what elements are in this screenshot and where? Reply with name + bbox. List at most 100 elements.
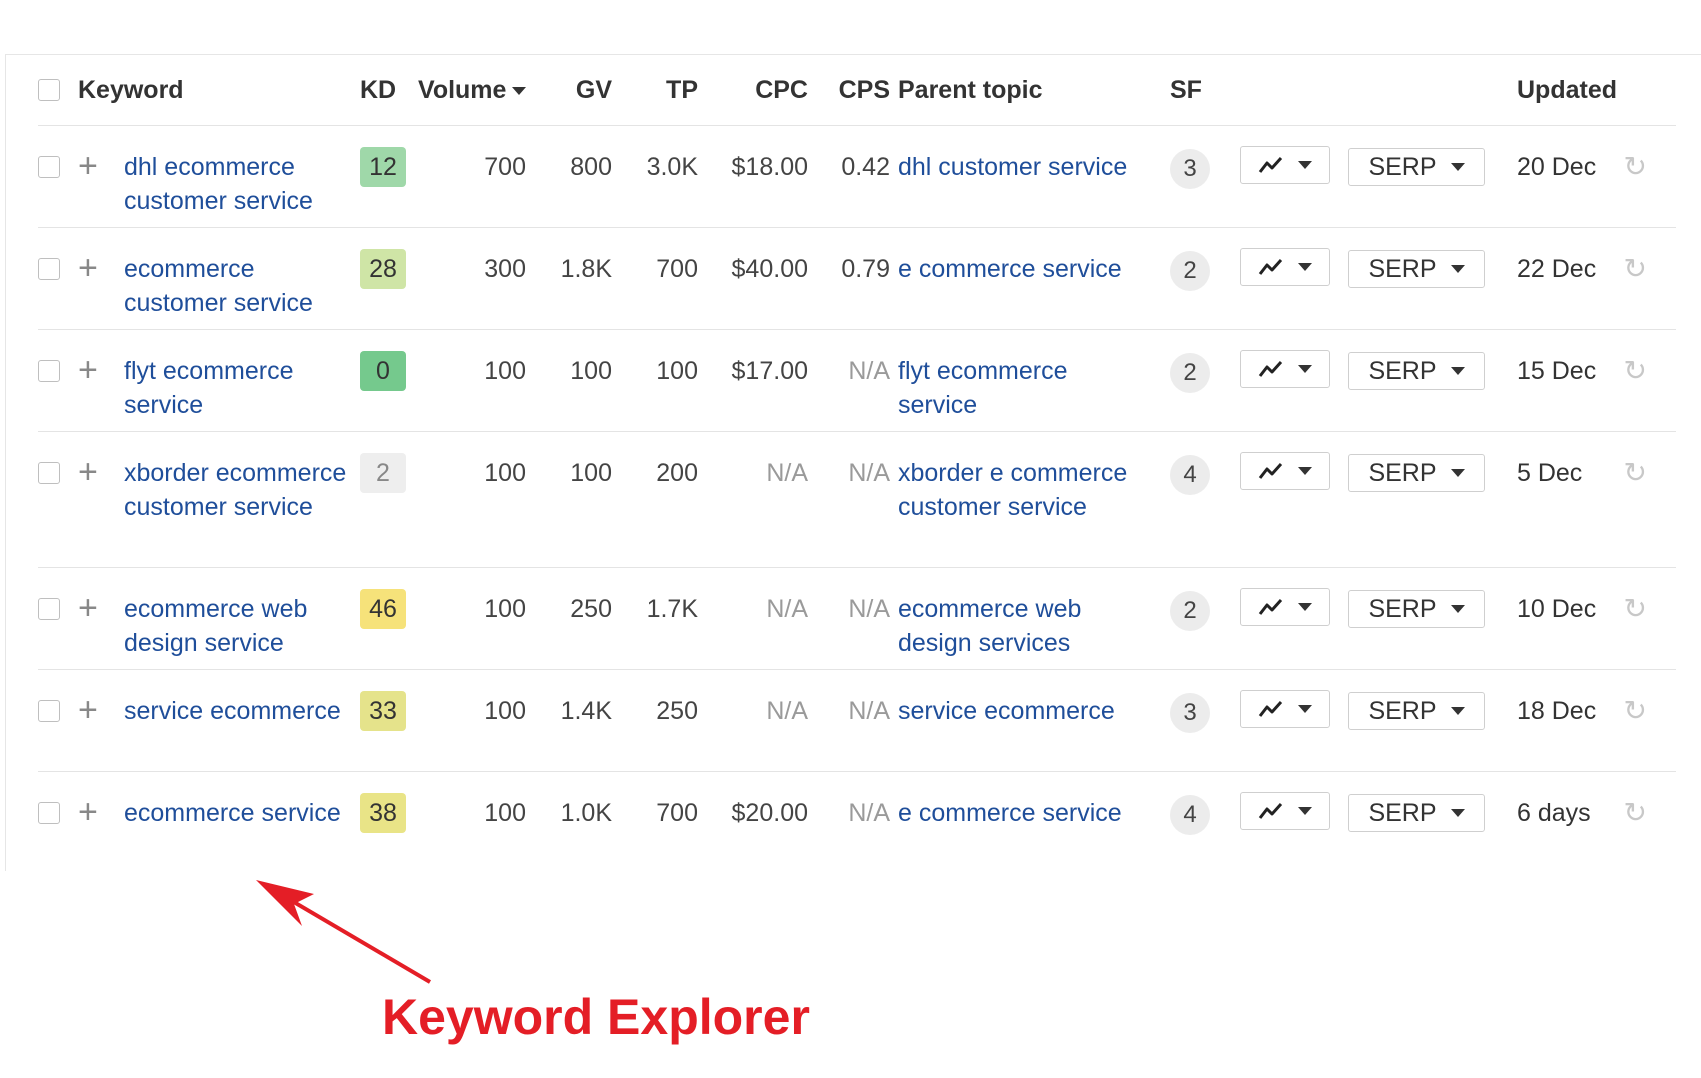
header-serp-blank <box>1348 55 1517 126</box>
cpc-cell: $17.00 <box>706 329 816 432</box>
sf-count-badge[interactable]: 2 <box>1170 251 1210 291</box>
row-checkbox[interactable] <box>38 462 60 484</box>
row-checkbox[interactable] <box>38 598 60 620</box>
sf-count-badge[interactable]: 2 <box>1170 591 1210 631</box>
sf-count-badge[interactable]: 4 <box>1170 795 1210 835</box>
parent-topic-link[interactable]: dhl customer service <box>898 150 1138 184</box>
row-checkbox[interactable] <box>38 258 60 280</box>
trend-line-icon <box>1258 700 1283 717</box>
gv-cell: 1.4K <box>534 669 620 772</box>
plus-icon[interactable]: + <box>78 795 98 829</box>
plus-icon[interactable]: + <box>78 455 98 489</box>
trend-dropdown[interactable] <box>1240 146 1330 184</box>
sf-count-badge[interactable]: 3 <box>1170 693 1210 733</box>
refresh-icon[interactable]: ↻ <box>1624 796 1647 830</box>
updated-wrap: 10 Dec ↻ <box>1517 592 1647 626</box>
row-checkbox[interactable] <box>38 700 60 722</box>
keyword-link[interactable]: dhl ecommerce customer service <box>124 150 349 218</box>
parent-topic-link[interactable]: xborder e commerce customer service <box>898 456 1138 524</box>
trend-dropdown[interactable] <box>1240 452 1330 490</box>
parent-topic-link[interactable]: flyt ecommerce service <box>898 354 1138 422</box>
plus-icon[interactable]: + <box>78 251 98 285</box>
cpc-cell: $20.00 <box>706 771 816 874</box>
plus-icon[interactable]: + <box>78 693 98 727</box>
refresh-icon[interactable]: ↻ <box>1624 694 1647 728</box>
parent-topic-link[interactable]: service ecommerce <box>898 694 1138 728</box>
refresh-icon[interactable]: ↻ <box>1624 456 1647 490</box>
caret-down-icon <box>1450 809 1465 817</box>
plus-icon[interactable]: + <box>78 149 98 183</box>
serp-dropdown[interactable]: SERP <box>1348 794 1485 832</box>
row-select-cell <box>38 125 78 228</box>
serp-dropdown[interactable]: SERP <box>1348 454 1485 492</box>
table-row: + service ecommerce 33 100 1.4K 250 N/A N/A serv… <box>38 669 1676 772</box>
updated-date: 22 Dec <box>1517 255 1597 283</box>
kd-badge: 2 <box>360 453 406 493</box>
parent-topic-link[interactable]: e commerce service <box>898 252 1138 286</box>
serp-label: SERP <box>1368 357 1437 385</box>
keyword-link[interactable]: xborder ecommerce customer service <box>124 456 349 524</box>
sort-desc-icon <box>512 86 527 95</box>
trend-dropdown[interactable] <box>1240 792 1330 830</box>
keyword-link[interactable]: ecommerce web design service <box>124 592 349 660</box>
header-cps[interactable]: CPS <box>816 55 898 126</box>
header-updated[interactable]: Updated <box>1517 55 1676 126</box>
sf-count-badge[interactable]: 2 <box>1170 353 1210 393</box>
serp-cell: SERP <box>1348 227 1517 330</box>
trend-line-icon <box>1258 598 1283 615</box>
plus-icon[interactable]: + <box>78 591 98 625</box>
serp-dropdown[interactable]: SERP <box>1348 148 1485 186</box>
select-all-checkbox[interactable] <box>38 78 60 101</box>
row-checkbox[interactable] <box>38 156 60 178</box>
updated-date: 20 Dec <box>1517 153 1597 181</box>
sf-cell: 2 <box>1170 227 1240 330</box>
trend-dropdown[interactable] <box>1240 248 1330 286</box>
kd-cell: 38 <box>360 771 418 874</box>
refresh-icon[interactable]: ↻ <box>1624 252 1647 286</box>
serp-dropdown[interactable]: SERP <box>1348 250 1485 288</box>
row-add-cell: + <box>78 329 124 432</box>
row-add-cell: + <box>78 431 124 568</box>
keyword-link[interactable]: ecommerce customer service <box>124 252 349 320</box>
kd-cell: 0 <box>360 329 418 432</box>
serp-dropdown[interactable]: SERP <box>1348 692 1485 730</box>
keyword-link[interactable]: ecommerce service <box>124 796 349 830</box>
trend-dropdown[interactable] <box>1240 690 1330 728</box>
row-select-cell <box>38 771 78 874</box>
parent-topic-link[interactable]: ecommerce web design services <box>898 592 1138 660</box>
sf-count-badge[interactable]: 4 <box>1170 455 1210 495</box>
refresh-icon[interactable]: ↻ <box>1624 354 1647 388</box>
refresh-icon[interactable]: ↻ <box>1624 592 1647 626</box>
serp-dropdown[interactable]: SERP <box>1348 352 1485 390</box>
sf-count-badge[interactable]: 3 <box>1170 149 1210 189</box>
keyword-link[interactable]: flyt ecommerce service <box>124 354 349 422</box>
cpc-cell: N/A <box>706 669 816 772</box>
refresh-icon[interactable]: ↻ <box>1624 150 1647 184</box>
keyword-link[interactable]: service ecommerce <box>124 694 349 728</box>
trend-dropdown[interactable] <box>1240 350 1330 388</box>
header-tp[interactable]: TP <box>620 55 706 126</box>
header-keyword[interactable]: Keyword <box>78 55 360 126</box>
header-kd[interactable]: KD <box>360 55 418 126</box>
cps-cell: 0.42 <box>816 125 898 228</box>
trend-dropdown[interactable] <box>1240 588 1330 626</box>
tp-cell: 200 <box>620 431 706 568</box>
header-volume[interactable]: Volume <box>418 55 534 126</box>
plus-icon[interactable]: + <box>78 353 98 387</box>
cps-cell: 0.79 <box>816 227 898 330</box>
parent-topic-link[interactable]: e commerce service <box>898 796 1138 830</box>
parent-topic-cell: service ecommerce <box>898 669 1170 772</box>
annotation-caption: Keyword Explorer <box>382 989 810 1045</box>
header-gv[interactable]: GV <box>534 55 620 126</box>
header-parent-topic[interactable]: Parent topic <box>898 55 1170 126</box>
trend-cell <box>1240 227 1348 330</box>
trend-cell <box>1240 669 1348 772</box>
row-checkbox[interactable] <box>38 802 60 824</box>
trend-cell <box>1240 771 1348 874</box>
header-cpc[interactable]: CPC <box>706 55 816 126</box>
keywords-table: Keyword KD Volume GV TP CPC CPS Parent t… <box>38 55 1676 874</box>
header-sf[interactable]: SF <box>1170 55 1240 126</box>
tp-cell: 1.7K <box>620 567 706 670</box>
serp-dropdown[interactable]: SERP <box>1348 590 1485 628</box>
row-checkbox[interactable] <box>38 360 60 382</box>
